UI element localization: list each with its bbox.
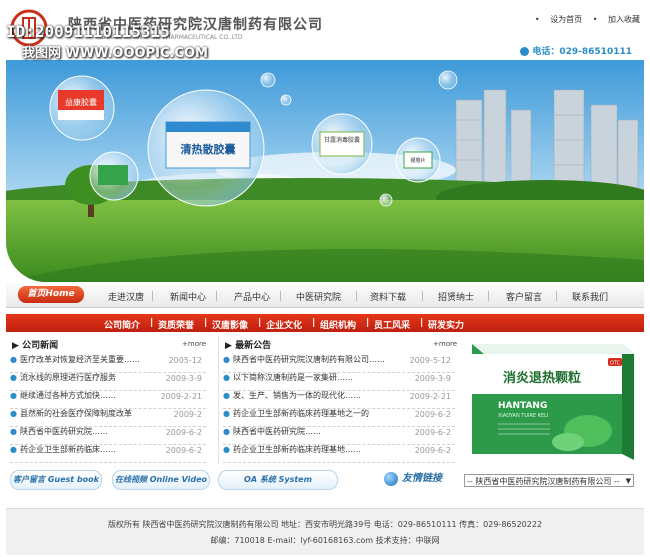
nav-separator [216, 291, 217, 301]
watermark-site: 我图网 WWW.OOOPIC.COM [22, 46, 208, 61]
watermark-id: ID:20091110115315 [6, 22, 170, 41]
nav-home-button[interactable]: 首页Home [18, 286, 84, 303]
list-item[interactable]: ● 陕西省中医药研究院…… 2009-6-2 [10, 426, 206, 445]
list-item[interactable]: ● 发、生产、销售为一体的现代化…… 2009-2-21 [223, 390, 455, 409]
svg-text:HANTANG: HANTANG [498, 401, 547, 411]
subnav-item-intro[interactable]: 公司简介 [104, 318, 140, 331]
hero-banner: 益康胶囊 清热散胶囊 甘露消毒胶囊 银翘片 [6, 60, 644, 282]
svg-text:XIAOYAN TUIRE KELI: XIAOYAN TUIRE KELI [498, 413, 548, 419]
add-favorite-link[interactable]: • 加入收藏 [593, 15, 640, 24]
globe-icon [384, 471, 398, 486]
main-nav: 首页Home 走进汉唐 新闻中心 产品中心 中医研究院 资料下载 招贤纳士 客户… [6, 283, 644, 308]
subnav-item-staff[interactable]: 员工风采 [374, 318, 410, 331]
phone-icon [520, 47, 530, 56]
svg-text:消炎退热颗粒: 消炎退热颗粒 [503, 370, 581, 386]
list-item[interactable]: ● 药企业卫生部新药临床…… 2009-6-2 [10, 444, 206, 463]
nav-separator [556, 291, 557, 301]
nav-separator [152, 291, 153, 301]
subnav-item-gallery[interactable]: 汉唐影像 [212, 318, 248, 331]
company-news-title: ▶ 公司新闻 [12, 341, 59, 351]
svg-text:益康胶囊: 益康胶囊 [65, 97, 97, 107]
list-item[interactable]: ● 药企业卫生部新药临床药理基地之一的 2009-6-2 [223, 408, 455, 427]
list-item[interactable]: ● 县然新的社会医疗保障制度改革 2009-2 [10, 408, 206, 427]
phone-number: 电话：029-86510111 [520, 44, 632, 57]
notice-more-link[interactable]: +more [433, 340, 457, 348]
notice-title: ▶ 最新公告 [225, 341, 272, 351]
set-homepage-link[interactable]: • 设为首页 [535, 15, 582, 24]
svg-text:OTC: OTC [610, 361, 621, 367]
nav-separator [422, 291, 423, 301]
company-news-panel: ▶ 公司新闻 +more ● 医疗改革对恢复经济至关重要…… 2005-12 ● 流水… [6, 336, 210, 464]
subnav-item-culture[interactable]: 企业文化 [266, 318, 302, 331]
list-item[interactable]: ● 陕西省中医药研究院汉唐制药有限公司…… 2009-5-12 [223, 354, 455, 373]
subnav-item-organization[interactable]: 组织机构 [320, 318, 356, 331]
banner-image: 益康胶囊 清热散胶囊 甘露消毒胶囊 银翘片 [6, 60, 644, 282]
svg-text:清热散胶囊: 清热散胶囊 [181, 142, 237, 156]
nav-item-about[interactable]: 走进汉唐 [108, 290, 144, 303]
nav-item-guestbook[interactable]: 客户留言 [506, 290, 542, 303]
nav-item-institute[interactable]: 中医研究院 [296, 290, 341, 303]
online-video-button[interactable]: 在线视频 Online Video [112, 470, 210, 490]
subnav-item-rnd[interactable]: 研发实力 [428, 318, 464, 331]
nav-item-downloads[interactable]: 资料下载 [370, 290, 406, 303]
nav-item-products[interactable]: 产品中心 [234, 290, 270, 303]
list-item[interactable]: ● 医疗改革对恢复经济至关重要…… 2005-12 [10, 354, 206, 373]
list-item[interactable]: ● 药企业卫生部新药临床药理基地…… 2009-6-2 [223, 444, 455, 463]
nav-item-news[interactable]: 新闻中心 [170, 290, 206, 303]
footer-copyright: 版权所有 陕西省中医药研究院汉唐制药有限公司 地址：西安市明光路39号 电话：0… [107, 520, 543, 529]
svg-text:甘露消毒胶囊: 甘露消毒胶囊 [324, 136, 360, 144]
list-item[interactable]: ● 流水线的原理进行医疗服务 2009-3-9 [10, 372, 206, 391]
list-item[interactable]: ● 继续通过各种方式加快…… 2009-2-21 [10, 390, 206, 409]
friend-link-label: 友情链接 [384, 469, 442, 486]
svg-text:银翘片: 银翘片 [410, 157, 425, 164]
featured-product[interactable]: OTC 消炎退热颗粒 HANTANG XIAOYAN TUIRE KELI [468, 336, 638, 464]
top-links: • 设为首页 • 加入收藏 [527, 14, 640, 25]
nav-item-jobs[interactable]: 招贤纳士 [438, 290, 474, 303]
notice-panel: ▶ 最新公告 +more ● 陕西省中医药研究院汉唐制药有限公司…… 2009-5-… [218, 336, 461, 464]
product-box-image: OTC 消炎退热颗粒 HANTANG XIAOYAN TUIRE KELI [472, 344, 634, 460]
nav-separator [488, 291, 489, 301]
footer: 版权所有 陕西省中医药研究院汉唐制药有限公司 地址：西安市明光路39号 电话：0… [6, 508, 644, 555]
guestbook-button[interactable]: 客户留言 Guest book [10, 470, 102, 490]
footer-contact: 邮编：710018 E-mail：lyf-60168163.com 技术支持：中… [210, 536, 440, 545]
nav-item-contact[interactable]: 联系我们 [572, 290, 608, 303]
nav-separator [356, 291, 357, 301]
friend-links-select[interactable]: -- 陕西省中医药研究院汉唐制药有限公司 -- ▼ [464, 474, 634, 487]
sub-nav: 公司简介 | 资质荣誉 | 汉唐影像 | 企业文化 | 组织机构 | 员工风采 … [6, 314, 644, 332]
list-item[interactable]: ● 陕西省中医药研究院…… 2009-6-2 [223, 426, 455, 445]
company-news-more-link[interactable]: +more [182, 340, 206, 348]
chevron-down-icon: ▼ [625, 477, 631, 485]
nav-separator [280, 291, 281, 301]
subnav-item-honors[interactable]: 资质荣誉 [158, 318, 194, 331]
oa-system-button[interactable]: OA 系统 System [218, 470, 338, 490]
list-item[interactable]: ● 以下简称汉唐制药是一家集研…… 2009-3-9 [223, 372, 455, 391]
